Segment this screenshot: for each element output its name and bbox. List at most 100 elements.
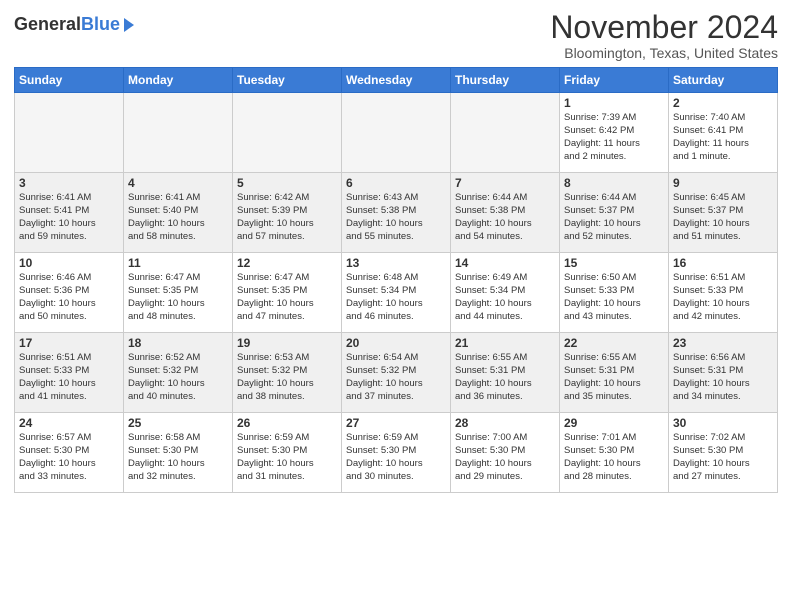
title-block: November 2024 Bloomington, Texas, United… — [550, 10, 778, 61]
day-info: Sunrise: 6:43 AM Sunset: 5:38 PM Dayligh… — [346, 192, 446, 243]
day-number: 1 — [564, 96, 664, 110]
day-number: 4 — [128, 176, 228, 190]
day-number: 28 — [455, 416, 555, 430]
calendar-cell: 11Sunrise: 6:47 AM Sunset: 5:35 PM Dayli… — [124, 253, 233, 333]
calendar-cell: 20 Sunrise: 6:54 AM Sunset: 5:32 PM Dayli… — [342, 333, 451, 413]
day-info: Sunrise: 6:59 AM Sunset: 5:30 PM Dayligh… — [346, 432, 446, 483]
day-number: 15 — [564, 256, 664, 270]
calendar-cell: 8 Sunrise: 6:44 AM Sunset: 5:37 PM Daylig… — [560, 173, 669, 253]
col-header-thursday: Thursday — [451, 68, 560, 93]
day-number: 7 — [455, 176, 555, 190]
day-info: Sunrise: 6:42 AM Sunset: 5:39 PM Dayligh… — [237, 192, 337, 243]
calendar-cell: 3Sunrise: 6:41 AM Sunset: 5:41 PM Daylig… — [15, 173, 124, 253]
day-number: 12 — [237, 256, 337, 270]
day-number: 13 — [346, 256, 446, 270]
calendar-week-row: 24 Sunrise: 6:57 AM Sunset: 5:30 PM Dayli… — [15, 413, 778, 493]
calendar-cell: 13 Sunrise: 6:48 AM Sunset: 5:34 PM Dayli… — [342, 253, 451, 333]
location-text: Bloomington, Texas, United States — [550, 45, 778, 61]
day-number: 30 — [673, 416, 773, 430]
day-info: Sunrise: 6:59 AM Sunset: 5:30 PM Dayligh… — [237, 432, 337, 483]
month-title: November 2024 — [550, 10, 778, 45]
day-info: Sunrise: 7:01 AM Sunset: 5:30 PM Dayligh… — [564, 432, 664, 483]
day-info: Sunrise: 6:54 AM Sunset: 5:32 PM Dayligh… — [346, 352, 446, 403]
calendar-cell — [124, 93, 233, 173]
logo-blue-text: Blue — [81, 14, 120, 35]
day-info: Sunrise: 6:44 AM Sunset: 5:38 PM Dayligh… — [455, 192, 555, 243]
calendar-cell: 24 Sunrise: 6:57 AM Sunset: 5:30 PM Dayli… — [15, 413, 124, 493]
day-info: Sunrise: 6:41 AM Sunset: 5:40 PM Dayligh… — [128, 192, 228, 243]
calendar-cell: 28 Sunrise: 7:00 AM Sunset: 5:30 PM Dayli… — [451, 413, 560, 493]
calendar-cell: 23 Sunrise: 6:56 AM Sunset: 5:31 PM Dayli… — [669, 333, 778, 413]
calendar-cell — [15, 93, 124, 173]
day-number: 8 — [564, 176, 664, 190]
calendar-cell: 25Sunrise: 6:58 AM Sunset: 5:30 PM Dayli… — [124, 413, 233, 493]
col-header-saturday: Saturday — [669, 68, 778, 93]
day-number: 11 — [128, 256, 228, 270]
day-number: 27 — [346, 416, 446, 430]
day-info: Sunrise: 6:44 AM Sunset: 5:37 PM Dayligh… — [564, 192, 664, 243]
day-info: Sunrise: 6:55 AM Sunset: 5:31 PM Dayligh… — [564, 352, 664, 403]
day-number: 2 — [673, 96, 773, 110]
day-number: 5 — [237, 176, 337, 190]
calendar-cell: 10Sunrise: 6:46 AM Sunset: 5:36 PM Dayli… — [15, 253, 124, 333]
day-info: Sunrise: 6:55 AM Sunset: 5:31 PM Dayligh… — [455, 352, 555, 403]
day-number: 17 — [19, 336, 119, 350]
day-number: 22 — [564, 336, 664, 350]
day-info: Sunrise: 7:40 AM Sunset: 6:41 PM Dayligh… — [673, 112, 773, 163]
day-info: Sunrise: 6:56 AM Sunset: 5:31 PM Dayligh… — [673, 352, 773, 403]
calendar-week-row: 17Sunrise: 6:51 AM Sunset: 5:33 PM Dayli… — [15, 333, 778, 413]
calendar-cell — [451, 93, 560, 173]
calendar-cell: 14 Sunrise: 6:49 AM Sunset: 5:34 PM Dayli… — [451, 253, 560, 333]
calendar-cell: 21 Sunrise: 6:55 AM Sunset: 5:31 PM Dayli… — [451, 333, 560, 413]
day-info: Sunrise: 6:47 AM Sunset: 5:35 PM Dayligh… — [237, 272, 337, 323]
day-number: 19 — [237, 336, 337, 350]
calendar-cell: 7 Sunrise: 6:44 AM Sunset: 5:38 PM Daylig… — [451, 173, 560, 253]
day-number: 21 — [455, 336, 555, 350]
calendar-week-row: 3Sunrise: 6:41 AM Sunset: 5:41 PM Daylig… — [15, 173, 778, 253]
header: General Blue November 2024 Bloomington, … — [14, 10, 778, 61]
day-info: Sunrise: 6:53 AM Sunset: 5:32 PM Dayligh… — [237, 352, 337, 403]
calendar-week-row: 10Sunrise: 6:46 AM Sunset: 5:36 PM Dayli… — [15, 253, 778, 333]
day-info: Sunrise: 6:48 AM Sunset: 5:34 PM Dayligh… — [346, 272, 446, 323]
day-number: 16 — [673, 256, 773, 270]
col-header-sunday: Sunday — [15, 68, 124, 93]
calendar-cell: 17Sunrise: 6:51 AM Sunset: 5:33 PM Dayli… — [15, 333, 124, 413]
day-number: 23 — [673, 336, 773, 350]
day-number: 24 — [19, 416, 119, 430]
day-number: 14 — [455, 256, 555, 270]
day-number: 29 — [564, 416, 664, 430]
calendar-cell: 5 Sunrise: 6:42 AM Sunset: 5:39 PM Daylig… — [233, 173, 342, 253]
day-number: 6 — [346, 176, 446, 190]
calendar-cell: 18Sunrise: 6:52 AM Sunset: 5:32 PM Dayli… — [124, 333, 233, 413]
day-info: Sunrise: 6:49 AM Sunset: 5:34 PM Dayligh… — [455, 272, 555, 323]
col-header-wednesday: Wednesday — [342, 68, 451, 93]
day-number: 18 — [128, 336, 228, 350]
calendar-cell: 6 Sunrise: 6:43 AM Sunset: 5:38 PM Daylig… — [342, 173, 451, 253]
calendar-cell: 16 Sunrise: 6:51 AM Sunset: 5:33 PM Dayli… — [669, 253, 778, 333]
calendar-cell: 19 Sunrise: 6:53 AM Sunset: 5:32 PM Dayli… — [233, 333, 342, 413]
calendar-cell: 22 Sunrise: 6:55 AM Sunset: 5:31 PM Dayli… — [560, 333, 669, 413]
day-info: Sunrise: 6:51 AM Sunset: 5:33 PM Dayligh… — [673, 272, 773, 323]
day-info: Sunrise: 6:57 AM Sunset: 5:30 PM Dayligh… — [19, 432, 119, 483]
day-info: Sunrise: 6:41 AM Sunset: 5:41 PM Dayligh… — [19, 192, 119, 243]
calendar-cell: 26Sunrise: 6:59 AM Sunset: 5:30 PM Dayli… — [233, 413, 342, 493]
calendar-week-row: 1Sunrise: 7:39 AM Sunset: 6:42 PM Daylig… — [15, 93, 778, 173]
calendar-cell: 12 Sunrise: 6:47 AM Sunset: 5:35 PM Dayli… — [233, 253, 342, 333]
col-header-monday: Monday — [124, 68, 233, 93]
day-info: Sunrise: 6:50 AM Sunset: 5:33 PM Dayligh… — [564, 272, 664, 323]
logo-arrow-icon — [124, 18, 134, 32]
day-info: Sunrise: 6:45 AM Sunset: 5:37 PM Dayligh… — [673, 192, 773, 243]
calendar-cell — [233, 93, 342, 173]
day-info: Sunrise: 7:00 AM Sunset: 5:30 PM Dayligh… — [455, 432, 555, 483]
calendar-cell: 30Sunrise: 7:02 AM Sunset: 5:30 PM Dayli… — [669, 413, 778, 493]
calendar-cell: 1Sunrise: 7:39 AM Sunset: 6:42 PM Daylig… — [560, 93, 669, 173]
calendar-cell: 2 Sunrise: 7:40 AM Sunset: 6:41 PM Daylig… — [669, 93, 778, 173]
day-info: Sunrise: 6:58 AM Sunset: 5:30 PM Dayligh… — [128, 432, 228, 483]
col-header-tuesday: Tuesday — [233, 68, 342, 93]
calendar-cell: 4 Sunrise: 6:41 AM Sunset: 5:40 PM Daylig… — [124, 173, 233, 253]
day-number: 20 — [346, 336, 446, 350]
day-number: 9 — [673, 176, 773, 190]
col-header-friday: Friday — [560, 68, 669, 93]
logo-general-text: General — [14, 14, 81, 35]
day-info: Sunrise: 6:46 AM Sunset: 5:36 PM Dayligh… — [19, 272, 119, 323]
